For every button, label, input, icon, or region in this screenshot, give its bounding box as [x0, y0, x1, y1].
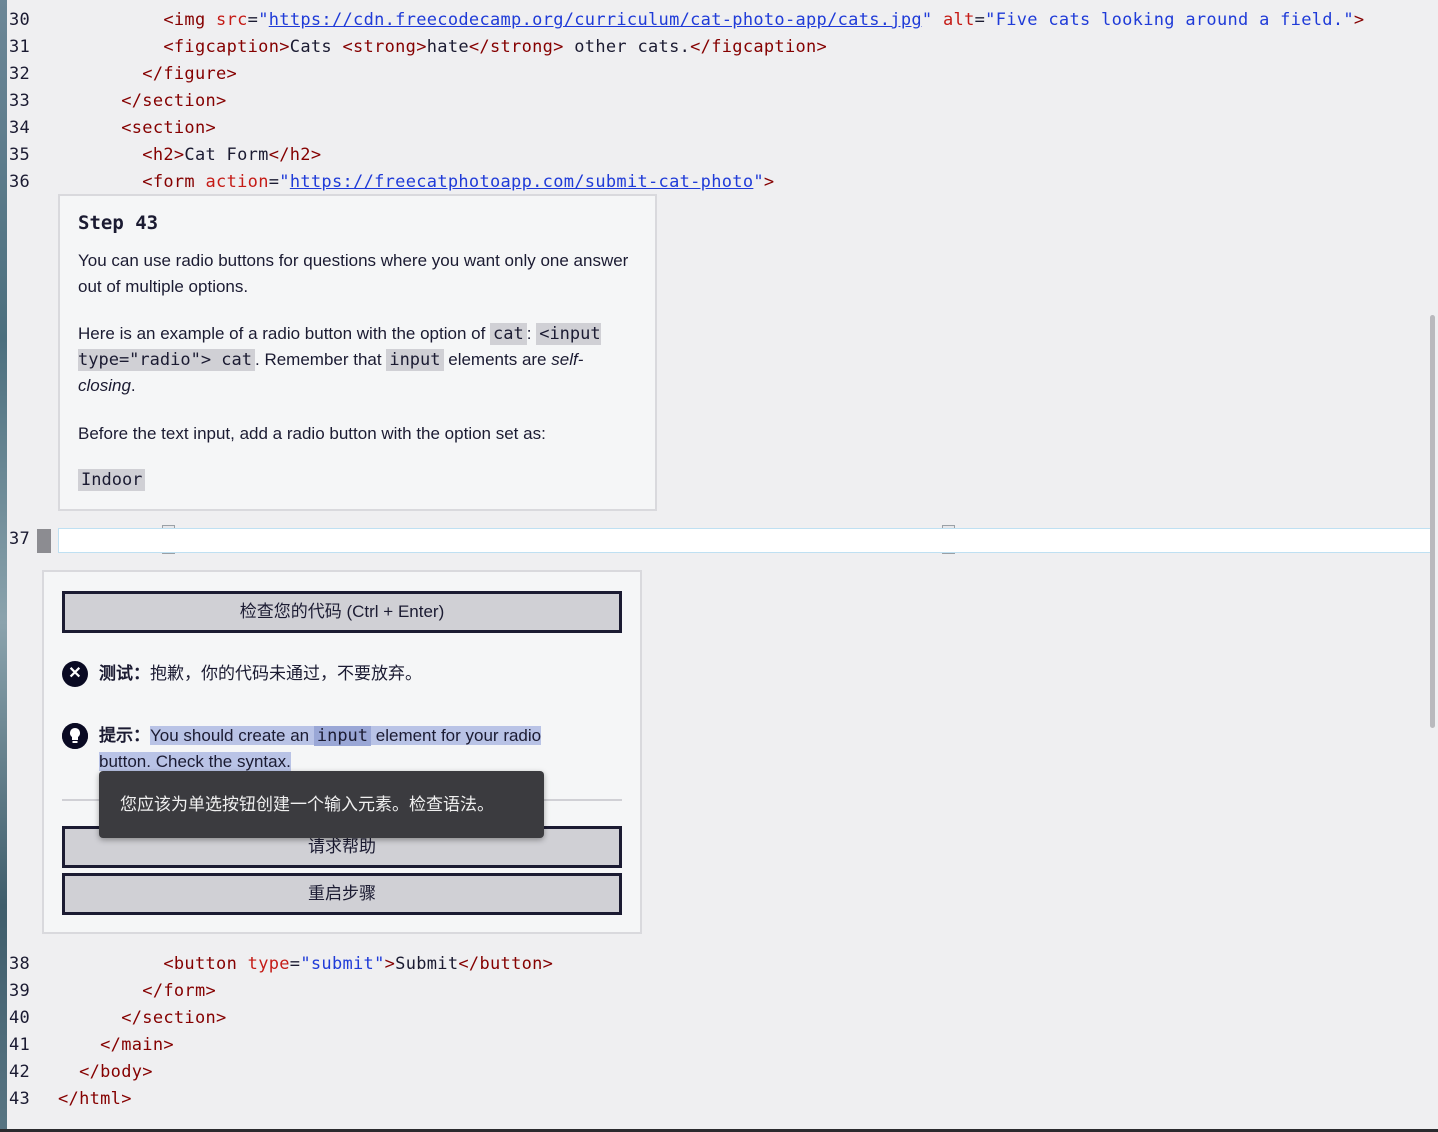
line-number: 33 — [9, 91, 31, 111]
test-result-row: ✕ 测试：抱歉，你的代码未通过，不要放弃。 — [62, 661, 622, 687]
hint-row: 提示：You should create an input element fo… — [62, 723, 622, 775]
code-text[interactable]: </section> — [58, 1005, 227, 1032]
code-text[interactable]: </body> — [58, 1059, 153, 1086]
code-text[interactable]: </form> — [58, 978, 216, 1005]
inline-code-input: input — [386, 349, 444, 371]
line-number: 31 — [9, 37, 31, 57]
line-number: 37 — [9, 529, 31, 549]
test-result-text: 抱歉，你的代码未通过，不要放弃。 — [150, 664, 422, 683]
action-panel: 检查您的代码 (Ctrl + Enter) ✕ 测试：抱歉，你的代码未通过，不要… — [42, 570, 642, 934]
reset-step-button[interactable]: 重启步骤 — [62, 873, 622, 915]
code-text[interactable]: <img src="https://cdn.freecodecamp.org/c… — [58, 7, 1364, 34]
code-text[interactable]: <button type="submit">Submit</button> — [58, 951, 553, 978]
line-number: 34 — [9, 118, 31, 138]
code-text[interactable]: <h2>Cat Form</h2> — [58, 142, 321, 169]
line-number: 42 — [9, 1062, 31, 1082]
lightbulb-icon — [62, 723, 88, 749]
code-text[interactable]: </figure> — [58, 61, 237, 88]
line-number: 35 — [9, 145, 31, 165]
step-paragraph-1: You can use radio buttons for questions … — [78, 251, 629, 296]
code-text[interactable]: </section> — [58, 88, 227, 115]
line-number: 39 — [9, 981, 31, 1001]
step-code-block: Indoor — [78, 467, 633, 493]
line-number: 36 — [9, 172, 31, 192]
active-line-gutter-marker — [37, 529, 51, 553]
line-number: 41 — [9, 1035, 31, 1055]
code-text[interactable]: <section> — [58, 115, 216, 142]
code-text[interactable]: </html> — [58, 1086, 132, 1113]
step-paragraph-3: Before the text input, add a radio butto… — [78, 424, 546, 443]
code-text[interactable]: <form action="https://freecatphotoapp.co… — [58, 169, 774, 196]
line-number: 43 — [9, 1089, 31, 1109]
line-number: 40 — [9, 1008, 31, 1028]
step-instructions-panel: Step 43 You can use radio buttons for qu… — [58, 194, 657, 511]
line-number: 38 — [9, 954, 31, 974]
active-line-highlight — [58, 528, 1432, 553]
check-code-button[interactable]: 检查您的代码 (Ctrl + Enter) — [62, 591, 622, 633]
desktop-background-strip — [0, 0, 7, 1132]
hint-inline-code: input — [313, 726, 372, 746]
hint-label: 提示： — [99, 726, 150, 745]
code-text[interactable]: <figcaption>Cats <strong>hate</strong> o… — [58, 34, 827, 61]
x-circle-icon: ✕ — [62, 661, 88, 687]
code-text[interactable]: </main> — [58, 1032, 174, 1059]
translation-tooltip: 您应该为单选按钮创建一个输入元素。检查语法。 — [99, 771, 544, 838]
inline-code-cat: cat — [490, 323, 527, 345]
step-title: Step 43 — [78, 212, 159, 234]
vertical-scrollbar[interactable] — [1430, 315, 1435, 728]
line-number: 32 — [9, 64, 31, 84]
step-paragraph-2: Here is an example of a radio button wit… — [78, 323, 601, 395]
test-label: 测试： — [99, 664, 150, 683]
line-number: 30 — [9, 10, 31, 30]
